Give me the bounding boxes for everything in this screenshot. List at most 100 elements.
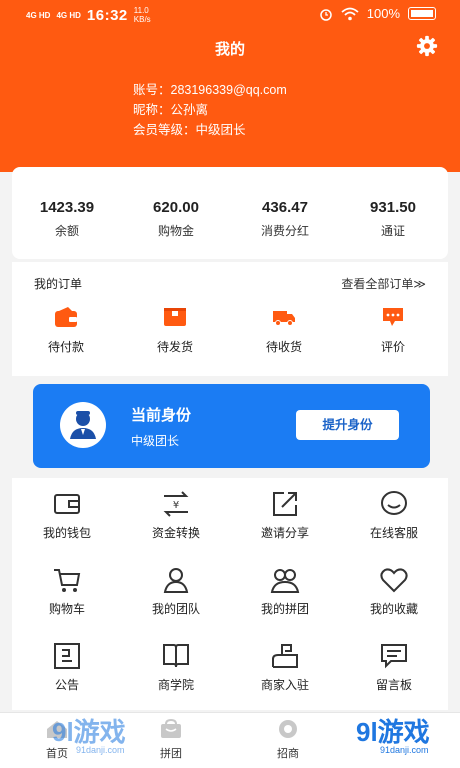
user-avatar-icon xyxy=(70,411,96,439)
order-pending-receipt[interactable]: 待收货 xyxy=(239,306,329,355)
watermark-text: 9l游戏 xyxy=(356,717,430,747)
service-cart[interactable]: 购物车 xyxy=(12,566,122,617)
alarm-icon xyxy=(320,8,332,21)
service-business-school[interactable]: 商学院 xyxy=(121,642,231,693)
stat-label: 购物金 xyxy=(157,224,194,238)
stat-dividend[interactable]: 436.47 消费分红 xyxy=(230,199,340,239)
stat-label: 余额 xyxy=(54,224,79,238)
service-message-board[interactable]: 留言板 xyxy=(339,642,449,693)
signal-indicator-2: 4G HD xyxy=(56,10,81,20)
account-text: 账号：283196339@qq.com xyxy=(133,83,287,97)
orders-title: 我的订单 xyxy=(34,277,83,291)
watermark-logo-left: 9l游戏 91danji.com xyxy=(52,712,126,755)
nickname-text: 昵称：公孙离 xyxy=(133,103,209,117)
service-label: 商学院 xyxy=(157,678,194,692)
chat-smile-icon xyxy=(381,491,407,515)
avatar xyxy=(60,402,106,448)
service-label: 购物车 xyxy=(48,602,85,616)
book-icon xyxy=(163,644,189,668)
message-icon xyxy=(381,644,407,669)
cart-icon xyxy=(54,569,81,592)
order-pending-shipment[interactable]: 待发货 xyxy=(130,306,220,355)
service-label: 公告 xyxy=(54,678,79,692)
share-icon xyxy=(273,492,297,516)
invest-icon xyxy=(279,720,297,738)
order-pending-payment[interactable]: 待付款 xyxy=(21,306,111,355)
notice-icon xyxy=(54,643,80,669)
watermark-logo-right: 9l游戏 91danji.com xyxy=(356,712,430,755)
service-label: 我的拼团 xyxy=(260,602,309,616)
comment-icon xyxy=(383,308,403,326)
service-invite-share[interactable]: 邀请分享 xyxy=(230,490,340,541)
settings-gear-icon[interactable] xyxy=(416,35,438,57)
identity-level: 中级团长 xyxy=(131,434,180,448)
service-fund-exchange[interactable]: ¥ 资金转换 xyxy=(121,490,231,541)
stat-balance[interactable]: 1423.39 余额 xyxy=(12,199,122,239)
profile-info: 账号：283196339@qq.com 昵称：公孙离 会员等级：中级团长 xyxy=(133,80,287,140)
clock: 16:32 xyxy=(86,6,128,24)
battery-percent: 100% xyxy=(366,6,400,21)
profile-header: 4G HD 4G HD 16:32 11.0 KB/s 100% 我的 账号：2… xyxy=(0,0,460,172)
heart-icon xyxy=(380,568,408,593)
network-speed: 11.0 KB/s xyxy=(133,6,151,24)
wallet-outline-icon xyxy=(54,494,80,514)
package-icon xyxy=(164,308,186,326)
service-label: 商家入驻 xyxy=(260,678,309,692)
watermark-subtext: 91danji.com xyxy=(380,745,429,755)
service-label: 我的钱包 xyxy=(42,526,91,540)
group-buy-icon xyxy=(161,718,181,738)
service-my-favorites[interactable]: 我的收藏 xyxy=(339,566,449,617)
signal-indicator-1: 4G HD xyxy=(26,10,51,20)
stat-token[interactable]: 931.50 通证 xyxy=(338,199,448,239)
service-label: 留言板 xyxy=(375,678,412,692)
stat-value: 931.50 xyxy=(370,199,416,216)
service-label: 资金转换 xyxy=(151,526,200,540)
services-grid: 我的钱包 ¥ 资金转换 邀请分享 在线客服 购物车 我的团队 我的拼团 我的收藏… xyxy=(12,478,448,710)
stat-label: 消费分红 xyxy=(260,224,309,238)
tab-label: 拼团 xyxy=(160,748,182,760)
service-online-support[interactable]: 在线客服 xyxy=(339,490,449,541)
view-all-orders-link[interactable]: 查看全部订单≫ xyxy=(341,275,426,292)
identity-card: 当前身份 中级团长 提升身份 xyxy=(33,384,430,468)
order-label: 评价 xyxy=(380,340,405,354)
member-level-text: 会员等级：中级团长 xyxy=(133,123,246,137)
tab-group-buy[interactable]: 拼团 xyxy=(136,718,206,761)
tab-label: 招商 xyxy=(277,748,299,760)
order-label: 待收货 xyxy=(265,340,302,354)
team-icon xyxy=(163,568,189,593)
service-my-group-buy[interactable]: 我的拼团 xyxy=(230,566,340,617)
merchant-icon xyxy=(272,644,298,668)
service-label: 我的团队 xyxy=(151,602,200,616)
stat-value: 436.47 xyxy=(262,199,308,216)
order-label: 待发货 xyxy=(156,340,193,354)
tab-investment[interactable]: 招商 xyxy=(253,719,323,761)
watermark-subtext: 91danji.com xyxy=(76,745,125,755)
group-icon xyxy=(270,569,300,593)
order-label: 待付款 xyxy=(47,340,84,354)
service-label: 我的收藏 xyxy=(369,602,418,616)
status-bar: 4G HD 4G HD 16:32 11.0 KB/s 100% xyxy=(0,0,460,30)
service-my-wallet[interactable]: 我的钱包 xyxy=(12,490,122,541)
watermark-text: 9l游戏 xyxy=(52,717,126,747)
stat-label: 通证 xyxy=(380,224,405,238)
my-orders-section: 我的订单 查看全部订单≫ 待付款 待发货 待收货 评价 xyxy=(12,262,448,376)
service-notice[interactable]: 公告 xyxy=(12,642,122,693)
truck-icon xyxy=(273,311,295,326)
identity-title: 当前身份 xyxy=(131,407,192,424)
exchange-icon: ¥ xyxy=(163,491,189,517)
service-my-team[interactable]: 我的团队 xyxy=(121,566,231,617)
battery-icon xyxy=(408,7,436,20)
stat-value: 620.00 xyxy=(153,199,199,216)
service-label: 在线客服 xyxy=(369,526,418,540)
order-review[interactable]: 评价 xyxy=(348,306,438,355)
upgrade-identity-button[interactable]: 提升身份 xyxy=(296,410,399,440)
wallet-icon xyxy=(55,307,77,327)
service-merchant-join[interactable]: 商家入驻 xyxy=(230,642,340,693)
service-label: 邀请分享 xyxy=(260,526,309,540)
balance-stats-card: 1423.39 余额 620.00 购物金 436.47 消费分红 931.50… xyxy=(12,167,448,259)
page-title: 我的 xyxy=(214,41,245,58)
wifi-icon xyxy=(341,7,359,20)
stat-shopping-gold[interactable]: 620.00 购物金 xyxy=(121,199,231,239)
svg-text:¥: ¥ xyxy=(173,500,179,511)
stat-value: 1423.39 xyxy=(39,199,95,216)
